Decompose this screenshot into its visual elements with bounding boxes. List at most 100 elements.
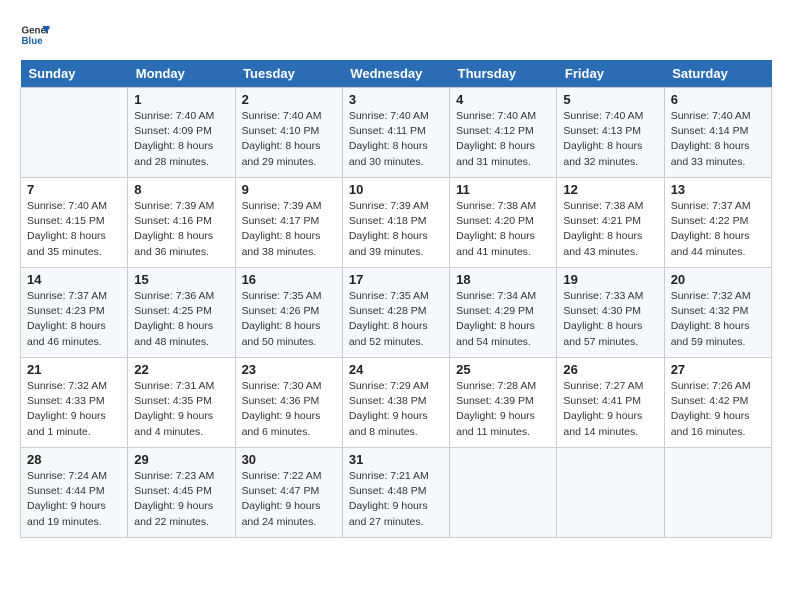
day-info: Sunrise: 7:30 AM Sunset: 4:36 PM Dayligh… [242, 379, 336, 440]
calendar-cell: 31Sunrise: 7:21 AM Sunset: 4:48 PM Dayli… [342, 448, 449, 538]
day-number: 6 [671, 92, 765, 107]
day-number: 3 [349, 92, 443, 107]
day-info: Sunrise: 7:40 AM Sunset: 4:09 PM Dayligh… [134, 109, 228, 170]
calendar-cell: 1 Sunrise: 7:40 AM Sunset: 4:09 PM Daylig… [128, 88, 235, 178]
calendar-week-row: 14 Sunrise: 7:37 AM Sunset: 4:23 PM Dayli… [21, 268, 772, 358]
day-number: 12 [563, 182, 657, 197]
day-number: 29 [134, 452, 228, 467]
calendar-cell: 19 Sunrise: 7:33 AM Sunset: 4:30 PM Dayli… [557, 268, 664, 358]
day-info: Sunrise: 7:39 AM Sunset: 4:17 PM Dayligh… [242, 199, 336, 260]
calendar-cell: 15 Sunrise: 7:36 AM Sunset: 4:25 PM Dayli… [128, 268, 235, 358]
day-number: 20 [671, 272, 765, 287]
day-number: 10 [349, 182, 443, 197]
day-header-saturday: Saturday [664, 60, 771, 88]
day-info: Sunrise: 7:37 AM Sunset: 4:22 PM Dayligh… [671, 199, 765, 260]
calendar-cell: 9 Sunrise: 7:39 AM Sunset: 4:17 PM Daylig… [235, 178, 342, 268]
calendar-cell: 23 Sunrise: 7:30 AM Sunset: 4:36 PM Dayli… [235, 358, 342, 448]
day-info: Sunrise: 7:39 AM Sunset: 4:16 PM Dayligh… [134, 199, 228, 260]
day-number: 14 [27, 272, 121, 287]
day-number: 8 [134, 182, 228, 197]
calendar-cell [450, 448, 557, 538]
calendar-cell: 12Sunrise: 7:38 AM Sunset: 4:21 PM Dayli… [557, 178, 664, 268]
calendar-cell: 4 Sunrise: 7:40 AM Sunset: 4:12 PM Daylig… [450, 88, 557, 178]
calendar-week-row: 21 Sunrise: 7:32 AM Sunset: 4:33 PM Dayli… [21, 358, 772, 448]
calendar-cell: 22 Sunrise: 7:31 AM Sunset: 4:35 PM Dayli… [128, 358, 235, 448]
day-number: 22 [134, 362, 228, 377]
day-info: Sunrise: 7:38 AM Sunset: 4:20 PM Dayligh… [456, 199, 550, 260]
day-number: 15 [134, 272, 228, 287]
day-header-monday: Monday [128, 60, 235, 88]
calendar-cell: 25 Sunrise: 7:28 AM Sunset: 4:39 PM Dayli… [450, 358, 557, 448]
day-info: Sunrise: 7:40 AM Sunset: 4:12 PM Dayligh… [456, 109, 550, 170]
day-info: Sunrise: 7:40 AM Sunset: 4:14 PM Dayligh… [671, 109, 765, 170]
calendar-cell: 11 Sunrise: 7:38 AM Sunset: 4:20 PM Dayli… [450, 178, 557, 268]
day-info: Sunrise: 7:35 AM Sunset: 4:26 PM Dayligh… [242, 289, 336, 350]
day-info: Sunrise: 7:34 AM Sunset: 4:29 PM Dayligh… [456, 289, 550, 350]
calendar-week-row: 1 Sunrise: 7:40 AM Sunset: 4:09 PM Daylig… [21, 88, 772, 178]
day-info: Sunrise: 7:40 AM Sunset: 4:13 PM Dayligh… [563, 109, 657, 170]
day-info: Sunrise: 7:22 AM Sunset: 4:47 PM Dayligh… [242, 469, 336, 530]
day-info: Sunrise: 7:40 AM Sunset: 4:15 PM Dayligh… [27, 199, 121, 260]
day-header-sunday: Sunday [21, 60, 128, 88]
calendar-cell: 13 Sunrise: 7:37 AM Sunset: 4:22 PM Dayli… [664, 178, 771, 268]
day-info: Sunrise: 7:27 AM Sunset: 4:41 PM Dayligh… [563, 379, 657, 440]
calendar-header-row: SundayMondayTuesdayWednesdayThursdayFrid… [21, 60, 772, 88]
day-info: Sunrise: 7:28 AM Sunset: 4:39 PM Dayligh… [456, 379, 550, 440]
day-info: Sunrise: 7:32 AM Sunset: 4:32 PM Dayligh… [671, 289, 765, 350]
day-number: 7 [27, 182, 121, 197]
logo-icon: General Blue [20, 20, 50, 50]
calendar-cell: 24 Sunrise: 7:29 AM Sunset: 4:38 PM Dayli… [342, 358, 449, 448]
day-header-tuesday: Tuesday [235, 60, 342, 88]
day-number: 30 [242, 452, 336, 467]
page-header: General Blue [20, 20, 772, 50]
day-info: Sunrise: 7:36 AM Sunset: 4:25 PM Dayligh… [134, 289, 228, 350]
day-number: 19 [563, 272, 657, 287]
day-number: 27 [671, 362, 765, 377]
calendar-week-row: 28Sunrise: 7:24 AM Sunset: 4:44 PM Dayli… [21, 448, 772, 538]
day-number: 18 [456, 272, 550, 287]
day-info: Sunrise: 7:32 AM Sunset: 4:33 PM Dayligh… [27, 379, 121, 440]
calendar-cell: 7 Sunrise: 7:40 AM Sunset: 4:15 PM Daylig… [21, 178, 128, 268]
calendar-cell: 18 Sunrise: 7:34 AM Sunset: 4:29 PM Dayli… [450, 268, 557, 358]
calendar-cell: 10 Sunrise: 7:39 AM Sunset: 4:18 PM Dayli… [342, 178, 449, 268]
day-number: 4 [456, 92, 550, 107]
day-info: Sunrise: 7:39 AM Sunset: 4:18 PM Dayligh… [349, 199, 443, 260]
day-number: 2 [242, 92, 336, 107]
calendar-table: SundayMondayTuesdayWednesdayThursdayFrid… [20, 60, 772, 538]
day-info: Sunrise: 7:37 AM Sunset: 4:23 PM Dayligh… [27, 289, 121, 350]
calendar-cell: 26 Sunrise: 7:27 AM Sunset: 4:41 PM Dayli… [557, 358, 664, 448]
day-number: 25 [456, 362, 550, 377]
calendar-cell: 20 Sunrise: 7:32 AM Sunset: 4:32 PM Dayli… [664, 268, 771, 358]
calendar-cell: 5 Sunrise: 7:40 AM Sunset: 4:13 PM Daylig… [557, 88, 664, 178]
day-header-thursday: Thursday [450, 60, 557, 88]
day-number: 24 [349, 362, 443, 377]
day-number: 11 [456, 182, 550, 197]
day-number: 23 [242, 362, 336, 377]
calendar-cell: 6 Sunrise: 7:40 AM Sunset: 4:14 PM Daylig… [664, 88, 771, 178]
day-info: Sunrise: 7:31 AM Sunset: 4:35 PM Dayligh… [134, 379, 228, 440]
day-number: 5 [563, 92, 657, 107]
day-number: 1 [134, 92, 228, 107]
calendar-cell [557, 448, 664, 538]
day-info: Sunrise: 7:21 AM Sunset: 4:48 PM Dayligh… [349, 469, 443, 530]
day-info: Sunrise: 7:33 AM Sunset: 4:30 PM Dayligh… [563, 289, 657, 350]
calendar-cell: 3Sunrise: 7:40 AM Sunset: 4:11 PM Daylig… [342, 88, 449, 178]
day-info: Sunrise: 7:40 AM Sunset: 4:10 PM Dayligh… [242, 109, 336, 170]
day-info: Sunrise: 7:23 AM Sunset: 4:45 PM Dayligh… [134, 469, 228, 530]
day-number: 9 [242, 182, 336, 197]
day-info: Sunrise: 7:29 AM Sunset: 4:38 PM Dayligh… [349, 379, 443, 440]
calendar-cell: 14 Sunrise: 7:37 AM Sunset: 4:23 PM Dayli… [21, 268, 128, 358]
day-info: Sunrise: 7:24 AM Sunset: 4:44 PM Dayligh… [27, 469, 121, 530]
calendar-cell: 30 Sunrise: 7:22 AM Sunset: 4:47 PM Dayli… [235, 448, 342, 538]
day-info: Sunrise: 7:26 AM Sunset: 4:42 PM Dayligh… [671, 379, 765, 440]
day-number: 21 [27, 362, 121, 377]
day-header-friday: Friday [557, 60, 664, 88]
day-number: 26 [563, 362, 657, 377]
day-number: 16 [242, 272, 336, 287]
calendar-week-row: 7 Sunrise: 7:40 AM Sunset: 4:15 PM Daylig… [21, 178, 772, 268]
calendar-cell: 16 Sunrise: 7:35 AM Sunset: 4:26 PM Dayli… [235, 268, 342, 358]
day-header-wednesday: Wednesday [342, 60, 449, 88]
day-number: 13 [671, 182, 765, 197]
calendar-cell: 17Sunrise: 7:35 AM Sunset: 4:28 PM Dayli… [342, 268, 449, 358]
logo: General Blue [20, 20, 54, 50]
